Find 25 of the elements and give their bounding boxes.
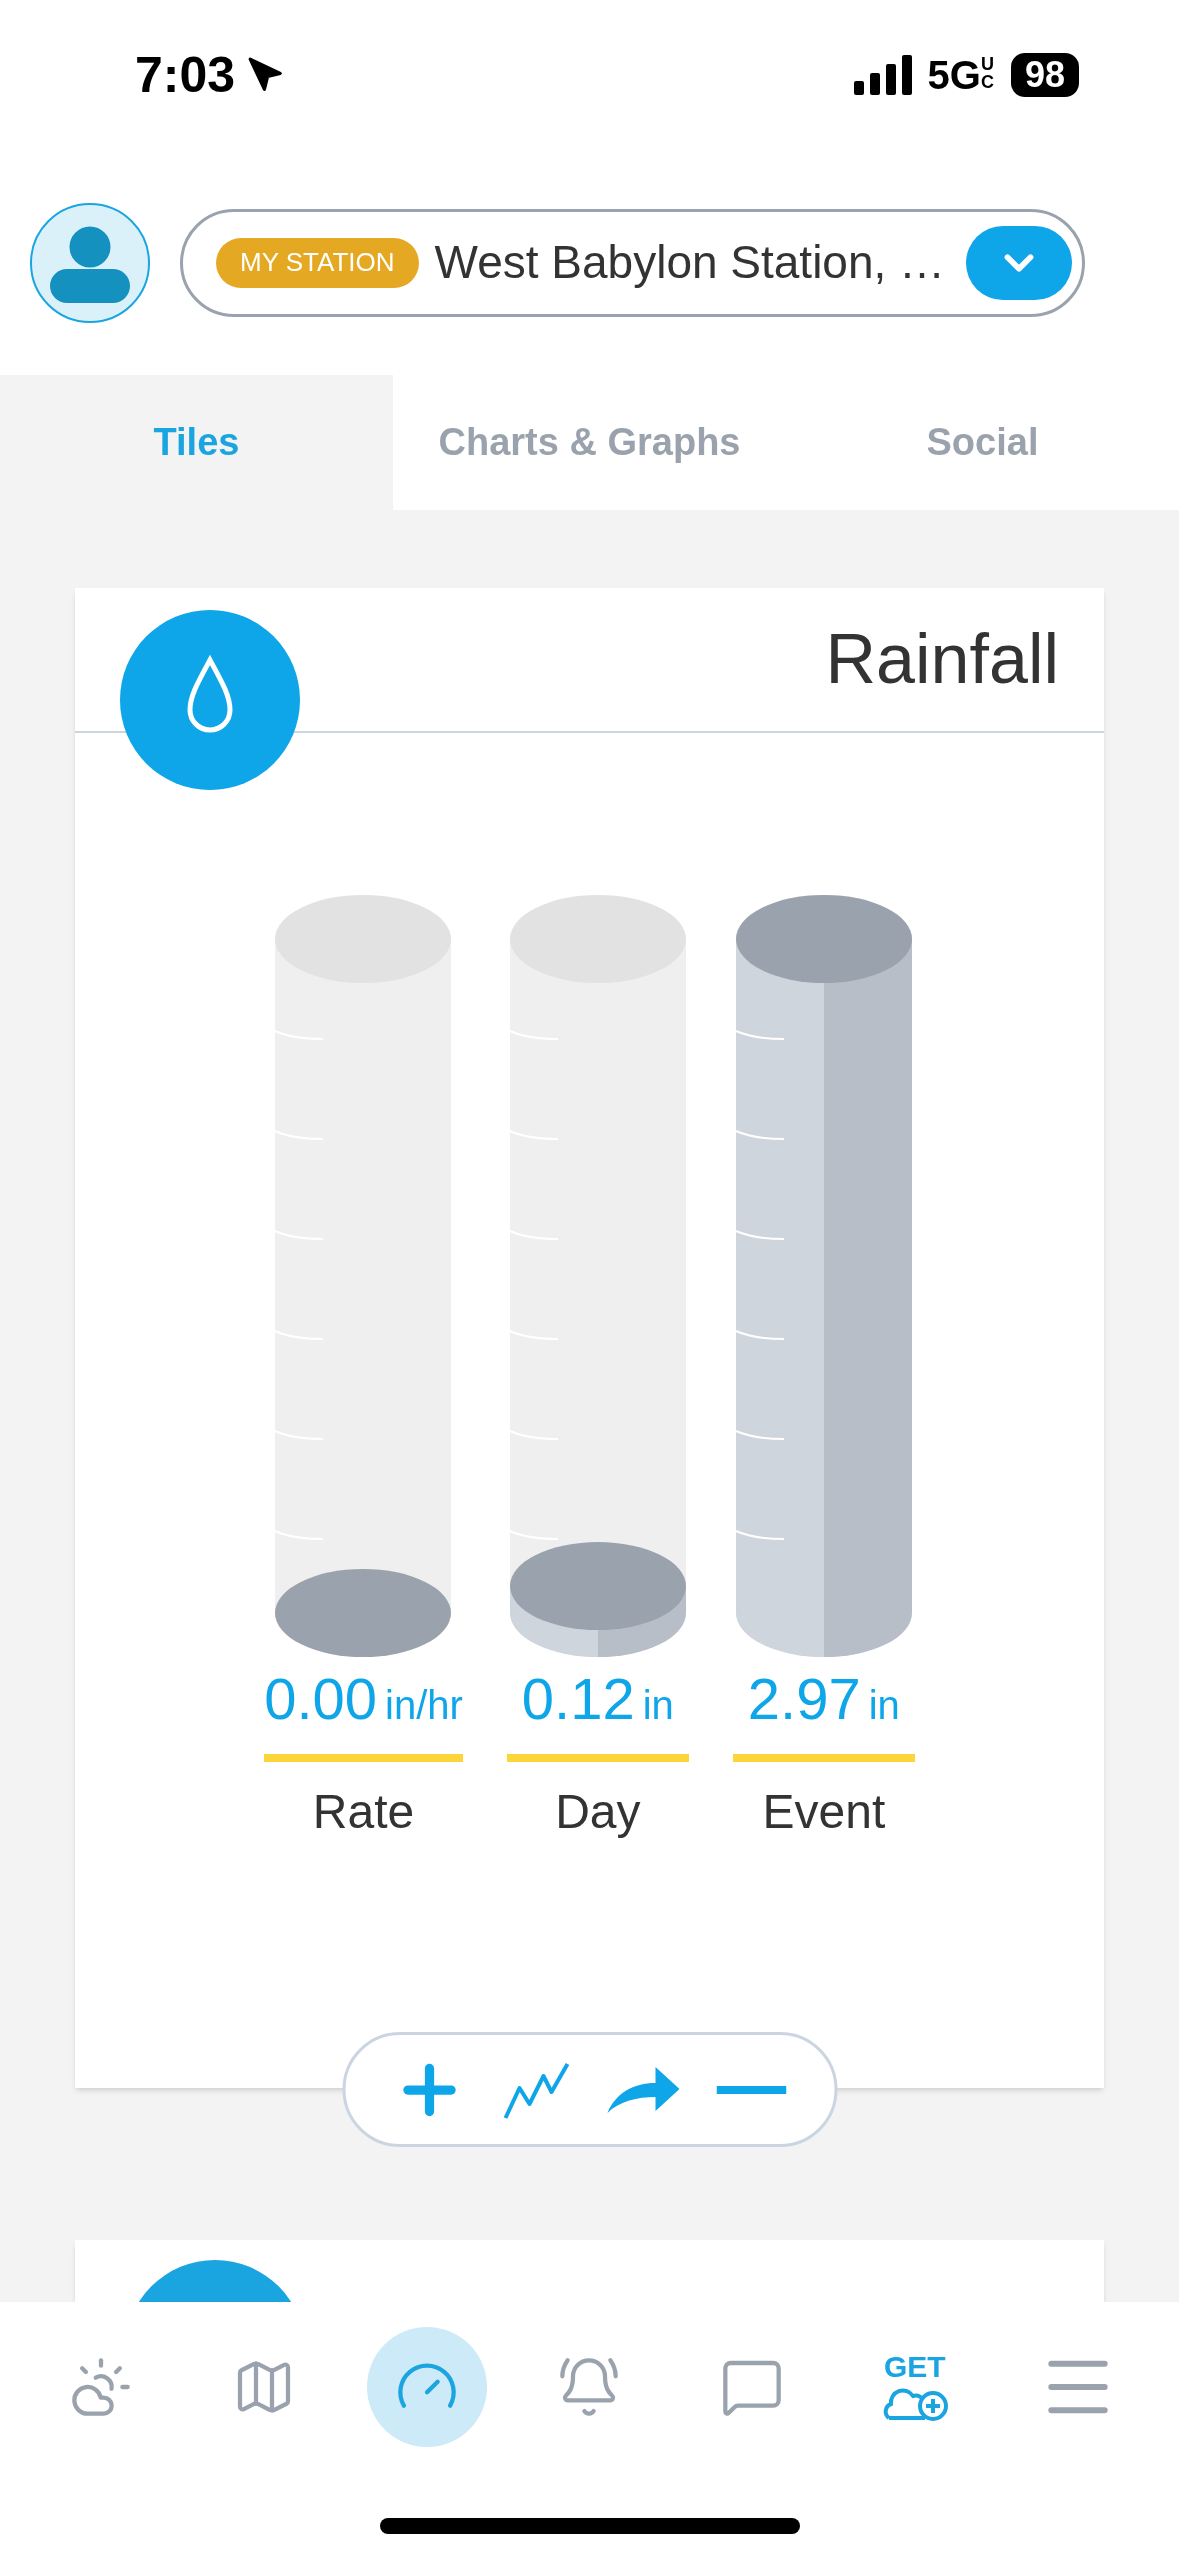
raindrop-icon <box>120 610 300 790</box>
tile-title: Rainfall <box>825 619 1059 700</box>
my-station-badge: MY STATION <box>216 237 419 288</box>
reading-label: Rate <box>312 1784 415 1840</box>
network-label: 5G <box>927 55 981 95</box>
reading-label: Event <box>762 1784 886 1840</box>
battery-indicator: 98 <box>1010 53 1079 97</box>
reading-unit: in <box>642 1682 674 1729</box>
tab[interactable]: Tiles <box>0 375 393 510</box>
reading-value: 2.97 <box>747 1665 861 1733</box>
station-selector[interactable]: MY STATION West Babylon Station, … <box>180 208 1085 317</box>
remove-button[interactable] <box>716 2085 787 2094</box>
reading-value: 0.00 <box>264 1665 378 1733</box>
station-name: West Babylon Station, … <box>434 235 947 290</box>
get-label: GET <box>884 2352 946 2382</box>
reading-unit: in <box>868 1682 900 1729</box>
status-time: 7:03 <box>135 45 236 105</box>
network-suffix: UC <box>980 55 995 91</box>
reading-value: 0.12 <box>521 1665 635 1733</box>
reading-label: Day <box>555 1784 641 1840</box>
minus-icon <box>716 2085 787 2094</box>
signal-icon <box>853 55 912 95</box>
reading-unit: in/hr <box>385 1682 463 1729</box>
dropdown-button[interactable] <box>966 225 1072 300</box>
nav-item[interactable]: GET <box>854 2327 975 2447</box>
